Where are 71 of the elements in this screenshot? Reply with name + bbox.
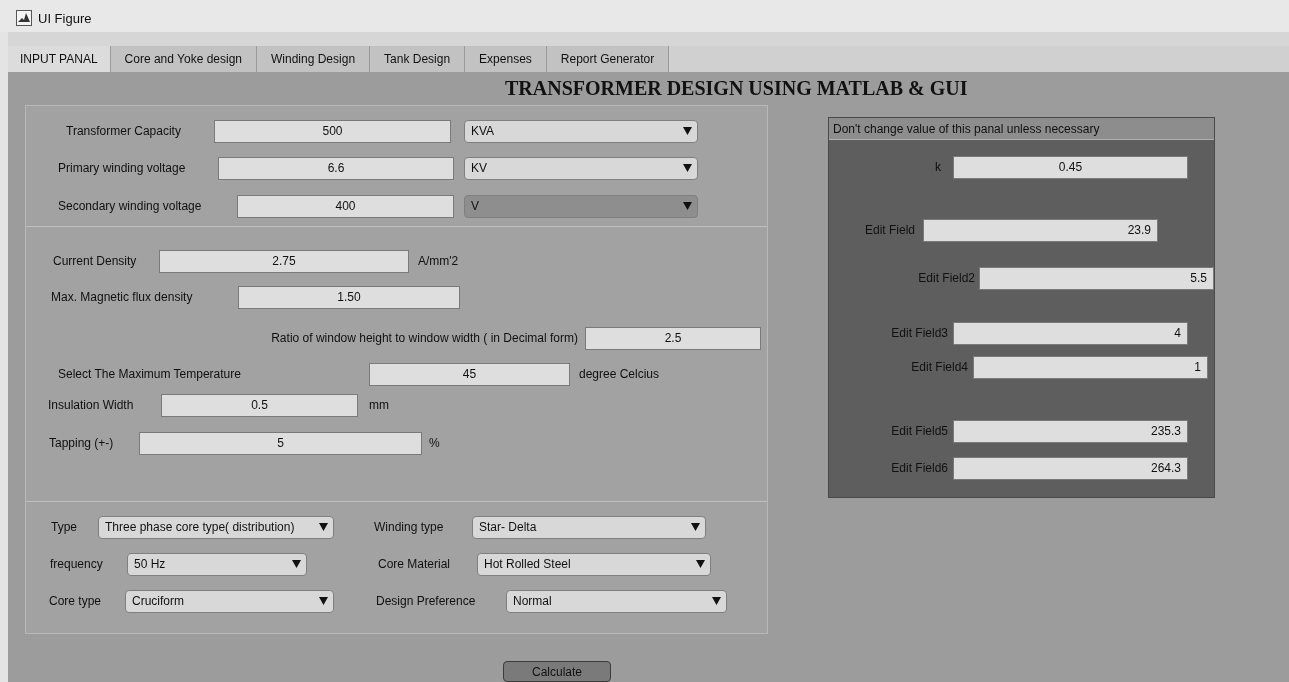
input-field[interactable]: 2.5 <box>585 326 761 350</box>
field-label: Select The Maximum Temperature <box>58 367 242 381</box>
dropdown[interactable]: Normal <box>506 589 727 613</box>
tab[interactable]: Expenses <box>465 46 547 72</box>
field-label: k <box>934 160 941 174</box>
tab[interactable]: INPUT PANAL <box>8 46 111 72</box>
field-label: frequency <box>50 557 104 571</box>
field-label: Secondary winding voltage <box>58 199 203 213</box>
window-title: UI Figure <box>38 10 92 26</box>
field-label: Edit Field6 <box>890 461 948 475</box>
field-label: Core Material <box>378 557 452 571</box>
field-label: Core type <box>49 594 103 608</box>
field-label: Tapping (+-) <box>49 436 115 450</box>
unit-dropdown[interactable]: KVA <box>464 119 698 143</box>
caret-icon <box>683 127 692 135</box>
calculate-button[interactable]: Calculate <box>503 661 611 682</box>
input-field[interactable]: 500 <box>214 119 451 143</box>
input-field[interactable]: 45 <box>369 362 570 386</box>
input-field[interactable]: 2.75 <box>159 249 409 273</box>
caret-icon <box>292 560 301 568</box>
caret-icon <box>712 597 721 605</box>
input-field[interactable]: 4 <box>953 321 1188 345</box>
input-field[interactable]: 5.5 <box>979 266 1214 290</box>
input-field[interactable]: 1.50 <box>238 285 460 309</box>
caret-icon <box>691 523 700 531</box>
unit-label: A/mm'2 <box>418 254 460 268</box>
input-field[interactable]: 23.9 <box>923 218 1158 242</box>
caret-icon <box>683 202 692 210</box>
caret-icon <box>319 523 328 531</box>
input-field[interactable]: 0.45 <box>953 155 1188 179</box>
dropdown[interactable]: Hot Rolled Steel <box>477 552 711 576</box>
field-label: Insulation Width <box>48 398 135 412</box>
field-label: Primary winding voltage <box>58 161 187 175</box>
field-label: Type <box>51 520 78 534</box>
unit-dropdown[interactable]: KV <box>464 156 698 180</box>
tab[interactable]: Core and Yoke design <box>110 46 257 72</box>
unit-label: mm <box>369 398 390 412</box>
dropdown[interactable]: Cruciform <box>125 589 334 613</box>
unit-label: % <box>429 436 441 450</box>
app-icon <box>16 10 32 26</box>
input-field[interactable]: 264.3 <box>953 456 1188 480</box>
input-field[interactable]: 5 <box>139 431 422 455</box>
unit-dropdown[interactable]: V <box>464 194 698 218</box>
input-field[interactable]: 235.3 <box>953 419 1188 443</box>
tab[interactable]: Report Generator <box>546 46 670 72</box>
field-label: Edit Field <box>863 223 915 237</box>
caret-icon <box>319 597 328 605</box>
field-label: Max. Magnetic flux density <box>51 290 194 304</box>
input-field[interactable]: 400 <box>237 194 454 218</box>
panel-title: Don't change value of this panal unless necessary <box>829 118 1214 140</box>
field-label: Edit Field2 <box>917 271 975 285</box>
field-label: Edit Field5 <box>890 424 948 438</box>
input-field[interactable]: 6.6 <box>218 156 454 180</box>
field-label: Winding type <box>374 520 445 534</box>
input-field[interactable]: 1 <box>973 355 1208 379</box>
field-label: Edit Field3 <box>890 326 948 340</box>
input-field[interactable]: 0.5 <box>161 393 358 417</box>
field-label: Edit Field4 <box>910 360 968 374</box>
field-label: Ratio of window height to window width ( in Decimal form) <box>270 331 578 345</box>
field-label: Transformer Capacity <box>66 124 182 138</box>
caret-icon <box>696 560 705 568</box>
page-heading: TRANSFORMER DESIGN USING MATLAB & GUI <box>504 76 969 101</box>
dropdown[interactable]: Three phase core type( distribution) <box>98 515 334 539</box>
field-label: Current Density <box>53 254 138 268</box>
caret-icon <box>683 164 692 172</box>
dropdown[interactable]: Star- Delta <box>472 515 706 539</box>
tab[interactable]: Tank Design <box>370 46 466 72</box>
tab[interactable]: Winding Design <box>257 46 371 72</box>
field-label: Design Preference <box>376 594 477 608</box>
unit-label: degree Celcius <box>579 367 661 381</box>
dropdown[interactable]: 50 Hz <box>127 552 307 576</box>
